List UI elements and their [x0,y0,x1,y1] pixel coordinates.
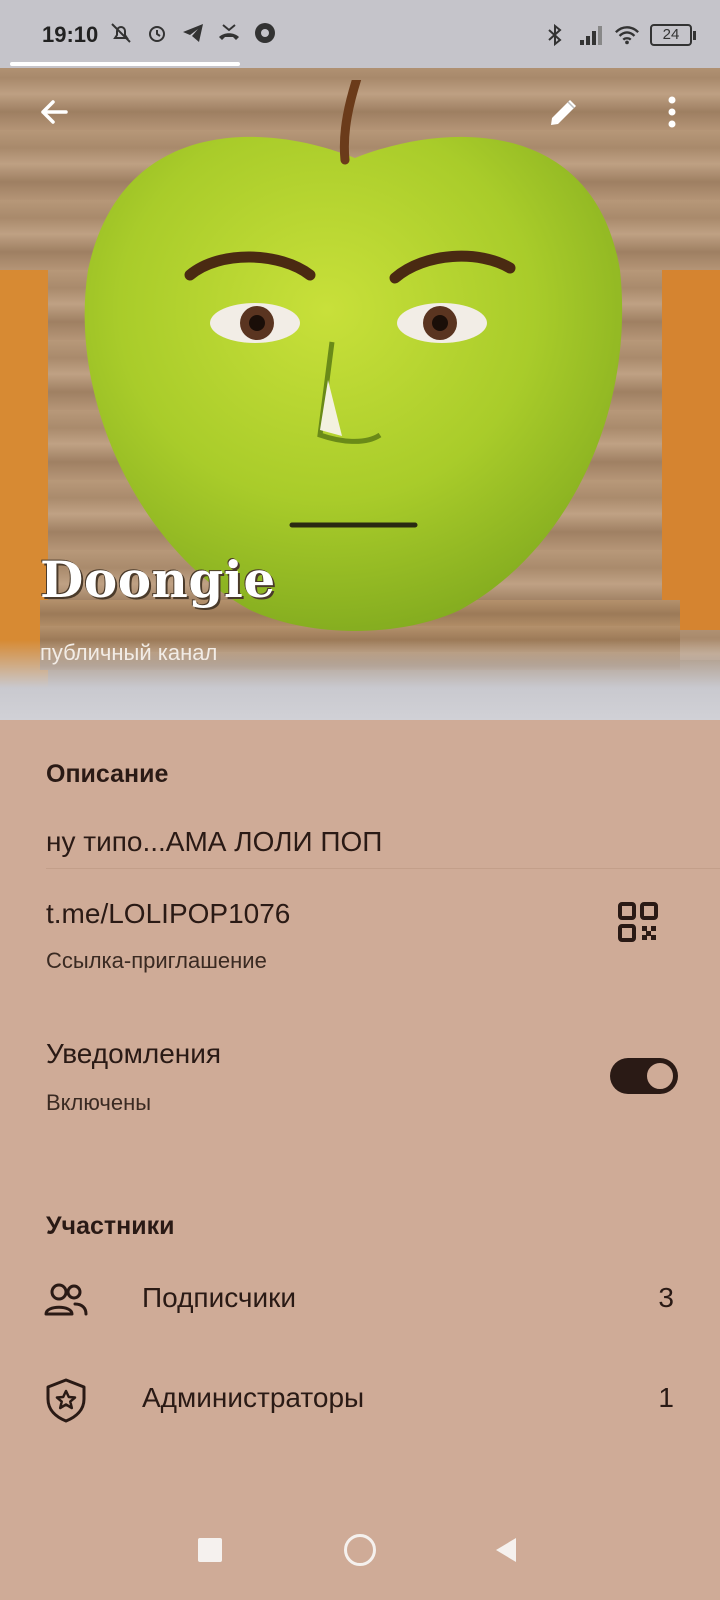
signal-icon [578,22,604,48]
notifications-status: Включены [46,1090,152,1115]
people-icon [44,1283,88,1316]
home-circle-icon [344,1534,376,1566]
invite-link-caption: Ссылка-приглашение [46,948,267,973]
status-gesture-line [10,62,240,66]
admins-label: Администраторы [142,1382,365,1413]
chrome-icon [252,20,278,46]
alarm-icon [144,20,170,46]
status-icons-right: 24 [542,22,696,48]
divider [46,868,720,869]
back-triangle-icon [496,1538,516,1562]
admins-row[interactable]: Администраторы 1 [0,1358,720,1438]
notifications-title: Уведомления [46,1038,222,1069]
edit-button[interactable] [538,86,590,138]
admins-count: 1 [658,1382,674,1413]
channel-header [0,0,720,720]
invite-link-row[interactable]: t.me/LOLIPOP1076 Ссылка-приглашение [0,870,720,980]
toggle-knob [644,1060,676,1092]
missed-call-icon [216,20,242,46]
members-title: Участники [46,1212,175,1240]
battery-icon: 24 [650,24,696,46]
wifi-icon [614,22,640,48]
description-title: Описание [46,760,169,788]
nav-back-button[interactable] [484,1528,528,1572]
orange-plank-right [662,270,720,630]
recents-square-icon [198,1538,222,1562]
home-button[interactable] [338,1528,382,1572]
more-menu-button[interactable] [646,86,698,138]
recents-button[interactable] [188,1528,232,1572]
telegram-icon [180,20,206,46]
back-button[interactable] [28,86,80,138]
qr-code-icon[interactable] [618,902,658,942]
bell-off-icon [108,20,134,46]
notifications-row[interactable]: Уведомления Включены [0,1010,720,1120]
status-time: 19:10 [42,22,99,47]
invite-link[interactable]: t.me/LOLIPOP1076 [46,898,290,930]
channel-type: публичный канал [40,640,218,665]
arrow-left-icon [41,100,68,124]
pencil-icon [551,100,576,125]
system-nav-bar [0,1500,720,1600]
battery-level: 24 [650,24,692,46]
more-vertical-icon [668,96,676,128]
status-icons-left [108,20,278,46]
subscribers-row[interactable]: Подписчики 3 [0,1258,720,1338]
subscribers-count: 3 [658,1282,674,1313]
description-text[interactable]: ну типо...АМА ЛОЛИ ПОП [46,826,382,858]
admin-shield-icon [46,1378,86,1423]
notifications-toggle[interactable] [610,1058,678,1094]
channel-name: Doongie [40,550,276,609]
bluetooth-icon [542,22,568,48]
subscribers-label: Подписчики [142,1282,297,1313]
